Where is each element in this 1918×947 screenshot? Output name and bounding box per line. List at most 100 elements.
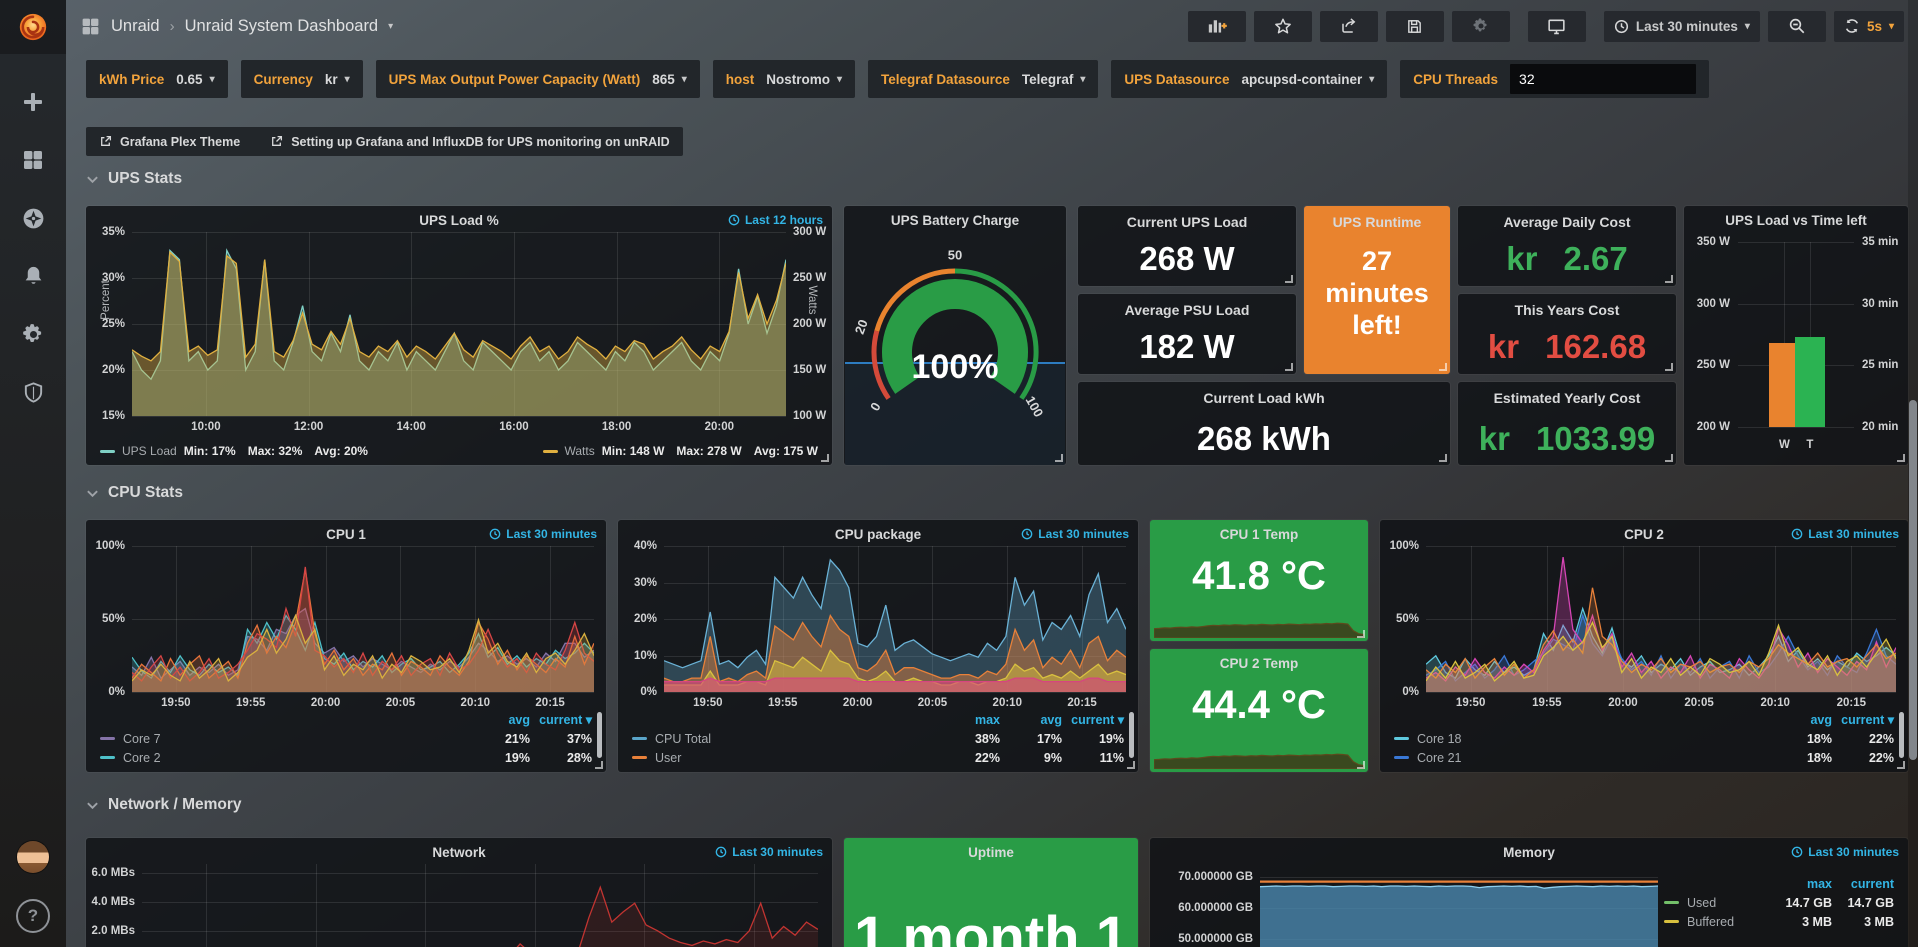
legend-series-core-21[interactable]: Core 21 <box>1394 751 1770 765</box>
stat-title[interactable]: Average Daily Cost <box>1458 214 1676 230</box>
panel-resize-handle[interactable] <box>1127 761 1135 769</box>
zoom-out-button[interactable] <box>1768 11 1826 42</box>
panel-title[interactable]: UPS Load vs Time left <box>1684 213 1908 228</box>
legend-series-used[interactable]: Used <box>1664 896 1770 910</box>
legend-row-used: Used14.7 GB14.7 GB <box>1664 893 1894 912</box>
add-panel-button[interactable] <box>1188 11 1246 42</box>
dashboard-grid-icon[interactable] <box>80 16 101 37</box>
panel-resize-handle[interactable] <box>821 454 829 462</box>
legend-header-current[interactable]: current ▾ <box>530 712 592 727</box>
legend-item-ups-load[interactable]: UPS LoadMin: 17% Max: 32% Avg: 20% <box>100 444 368 458</box>
cycle-view-button[interactable] <box>1528 11 1586 42</box>
legend-scrollbar[interactable] <box>1129 712 1134 758</box>
stat-title[interactable]: Current UPS Load <box>1078 214 1296 230</box>
panel-resize-handle[interactable] <box>1285 363 1293 371</box>
panel-resize-handle[interactable] <box>1439 454 1447 462</box>
panel-resize-handle[interactable] <box>1665 363 1673 371</box>
legend-header-avg[interactable]: avg <box>1770 713 1832 727</box>
breadcrumb-page[interactable]: Unraid System Dashboard <box>185 17 379 36</box>
legend-header-max[interactable]: max <box>938 713 1000 727</box>
save-button[interactable] <box>1386 11 1444 42</box>
panel-resize-handle[interactable] <box>1357 761 1365 769</box>
variable-value-telegraf-datasource[interactable]: Telegraf▾ <box>1022 72 1086 87</box>
sidebar-item-dashboards[interactable] <box>0 138 66 182</box>
legend-header-avg[interactable]: avg <box>468 713 530 727</box>
legend-scrollbar[interactable] <box>597 712 602 758</box>
panel-title[interactable]: UPS Battery Charge <box>844 213 1066 228</box>
panel-resize-handle[interactable] <box>1357 630 1365 638</box>
sidebar-item-explore[interactable] <box>0 196 66 240</box>
variable-current-value: apcupsd-container <box>1241 72 1362 87</box>
time-range-badge[interactable]: Last 30 minutes <box>1791 845 1899 859</box>
stat-title[interactable]: Average PSU Load <box>1078 302 1296 318</box>
legend-header-current[interactable]: current ▾ <box>1062 712 1124 727</box>
stat-title[interactable]: Current Load kWh <box>1078 390 1450 406</box>
legend-header-max[interactable]: max <box>1770 877 1832 891</box>
page-scrollbar-handle[interactable] <box>1909 400 1917 760</box>
star-button[interactable] <box>1254 11 1312 42</box>
panel-average-daily-cost: Average Daily Costkr2.67 <box>1458 206 1676 286</box>
panel-resize-handle[interactable] <box>595 761 603 769</box>
legend-series-cpu-total[interactable]: CPU Total <box>632 732 938 746</box>
variable-value-ups-max-output-power-capacity-watt[interactable]: 865▾ <box>652 72 687 87</box>
section-header-cpu-stats[interactable]: CPU Stats <box>86 484 183 502</box>
help-icon[interactable]: ? <box>16 899 50 933</box>
legend-scrollbar[interactable] <box>1899 712 1904 758</box>
variable-label: kWh Price <box>99 72 164 87</box>
legend-series-core-18[interactable]: Core 18 <box>1394 732 1770 746</box>
time-range-badge[interactable]: Last 30 minutes <box>1791 527 1899 541</box>
breadcrumb-app[interactable]: Unraid <box>111 17 160 36</box>
legend-name: Core 18 <box>1417 732 1461 746</box>
variable-value-ups-datasource[interactable]: apcupsd-container▾ <box>1241 72 1374 87</box>
time-range-badge[interactable]: Last 30 minutes <box>715 845 823 859</box>
legend-series-core-7[interactable]: Core 7 <box>100 732 468 746</box>
panel-resize-handle[interactable] <box>1285 275 1293 283</box>
time-range-picker[interactable]: Last 30 minutes ▾ <box>1604 11 1760 42</box>
variable-value-kwh-price[interactable]: 0.65▾ <box>176 72 214 87</box>
variable-input-cpu-threads[interactable] <box>1510 64 1696 94</box>
legend-series-core-2[interactable]: Core 2 <box>100 751 468 765</box>
section-header-network-memory[interactable]: Network / Memory <box>86 796 242 814</box>
page-scrollbar-track[interactable] <box>1908 0 1918 947</box>
x-axis-tick: 14:00 <box>397 421 426 433</box>
panel-title[interactable]: UPS Load % <box>86 213 832 228</box>
panel-title[interactable]: Uptime <box>844 845 1138 860</box>
chevron-down-icon[interactable]: ▾ <box>388 21 393 32</box>
plus-icon <box>21 90 45 114</box>
share-button[interactable] <box>1320 11 1378 42</box>
panel-resize-handle[interactable] <box>1439 363 1447 371</box>
panel-resize-handle[interactable] <box>1897 761 1905 769</box>
section-header-ups-stats[interactable]: UPS Stats <box>86 170 182 188</box>
stat-title[interactable]: UPS Runtime <box>1304 214 1450 230</box>
panel-resize-handle[interactable] <box>1665 454 1673 462</box>
panel-resize-handle[interactable] <box>1665 275 1673 283</box>
grafana-logo[interactable] <box>0 0 66 54</box>
sidebar-item-configuration[interactable] <box>0 312 66 356</box>
time-range-badge[interactable]: Last 30 minutes <box>489 527 597 541</box>
dashboard-settings-button[interactable] <box>1452 11 1510 42</box>
dashboard-link-setting-up-grafana-and-influxdb-for-ups-monitoring-on-unraid[interactable]: Setting up Grafana and InfluxDB for UPS … <box>270 135 669 149</box>
panel-title[interactable]: CPU 2 Temp <box>1150 656 1368 671</box>
sidebar-item-create[interactable] <box>0 80 66 124</box>
legend-series-buffered[interactable]: Buffered <box>1664 915 1770 929</box>
dashboard-link-grafana-plex-theme[interactable]: Grafana Plex Theme <box>99 135 240 149</box>
stat-title[interactable]: Estimated Yearly Cost <box>1458 390 1676 406</box>
legend-item-watts[interactable]: WattsMin: 148 W Max: 278 W Avg: 175 W <box>543 444 819 458</box>
panel-resize-handle[interactable] <box>1055 454 1063 462</box>
stat-title[interactable]: This Years Cost <box>1458 302 1676 318</box>
legend-header-avg[interactable]: avg <box>1000 713 1062 727</box>
legend-header-current[interactable]: current ▾ <box>1832 712 1894 727</box>
legend-series-user[interactable]: User <box>632 751 938 765</box>
panel-title[interactable]: CPU 1 Temp <box>1150 527 1368 542</box>
y-axis-tick: 6.0 MBs <box>86 867 135 879</box>
legend-header-current[interactable]: current <box>1832 877 1894 891</box>
variable-value-currency[interactable]: kr▾ <box>325 72 350 87</box>
user-avatar[interactable] <box>17 841 49 873</box>
time-range-badge[interactable]: Last 30 minutes <box>1021 527 1129 541</box>
variable-value-host[interactable]: Nostromo▾ <box>766 72 842 87</box>
time-range-badge[interactable]: Last 12 hours <box>728 213 823 227</box>
refresh-picker[interactable]: 5s ▾ <box>1834 11 1904 42</box>
sidebar-item-server-admin[interactable] <box>0 370 66 414</box>
panel-resize-handle[interactable] <box>1897 454 1905 462</box>
sidebar-item-alerting[interactable] <box>0 254 66 298</box>
